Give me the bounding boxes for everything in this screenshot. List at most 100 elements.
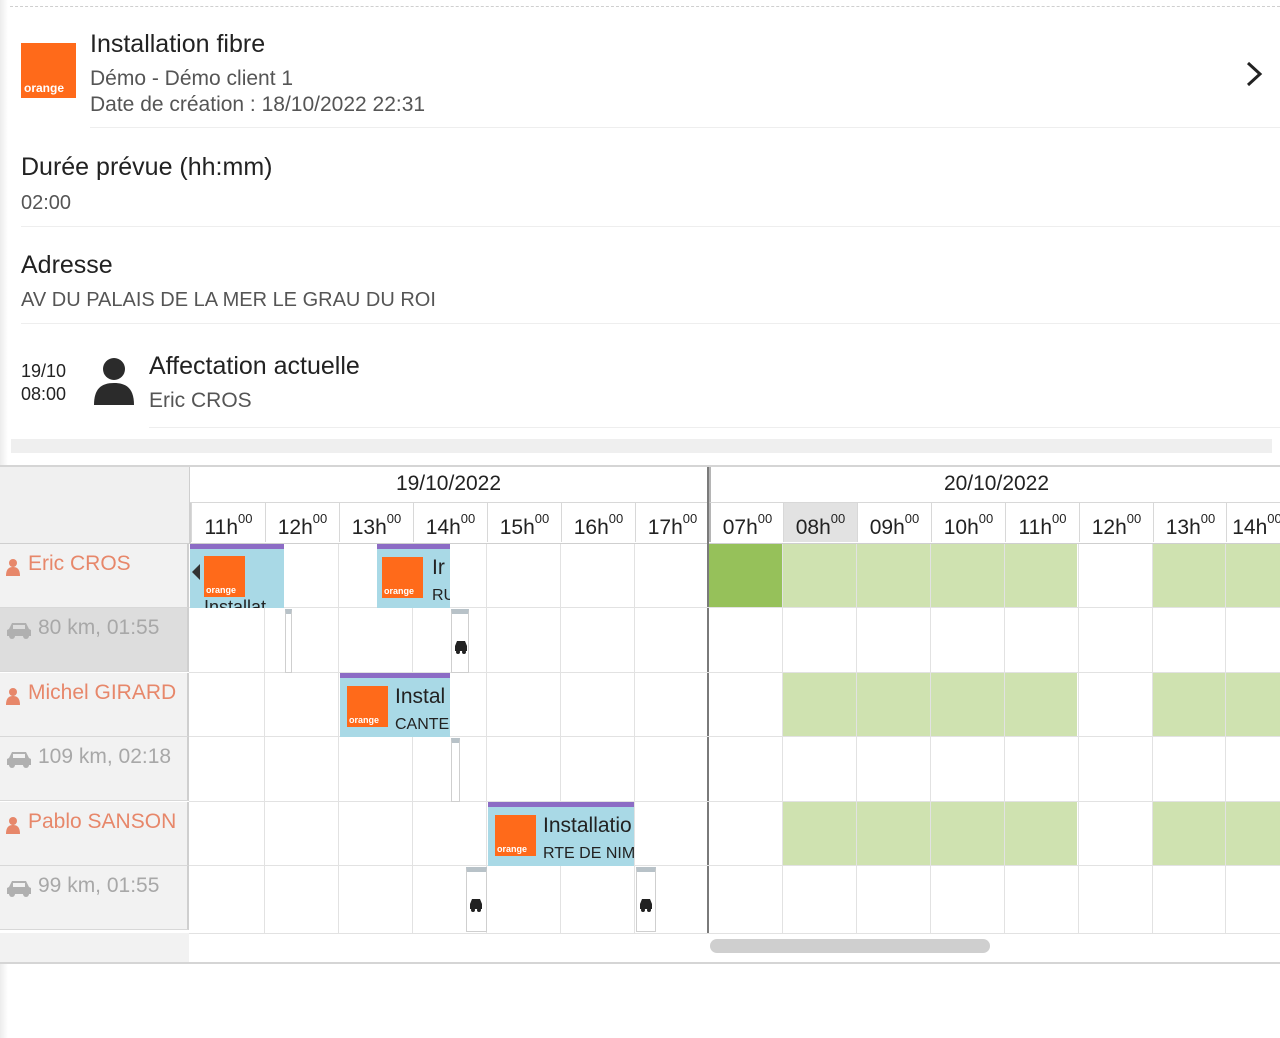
assignment-datetime: 19/10 08:00 xyxy=(21,360,66,406)
address-value: AV DU PALAIS DE LA MER LE GRAU DU ROI xyxy=(21,289,436,311)
divider xyxy=(21,226,1280,227)
grid-corner xyxy=(0,467,191,543)
hour-header: 11h00 xyxy=(1005,503,1079,542)
duration-label: Durée prévue (hh:mm) xyxy=(21,153,273,181)
task-name: Installat xyxy=(204,597,267,608)
section-separator xyxy=(11,439,1272,453)
divider xyxy=(90,127,1280,128)
orange-logo: orange xyxy=(495,815,536,856)
travel-marker[interactable] xyxy=(636,867,656,932)
hour-header: 07h00 xyxy=(709,503,784,542)
grid-line xyxy=(1152,544,1153,933)
grid-line xyxy=(189,801,1280,802)
person-icon xyxy=(6,817,20,834)
hour-header: 14h00 xyxy=(413,503,487,542)
grid-line xyxy=(338,544,339,933)
car-icon xyxy=(7,623,31,639)
resource-row-michel-girard[interactable]: Michel GIRARD xyxy=(0,673,189,737)
top-divider xyxy=(0,6,1280,7)
assignment-time: 08:00 xyxy=(21,384,67,404)
hour-header: 10h00 xyxy=(931,503,1005,542)
task-address: RU xyxy=(432,587,450,604)
travel-marker[interactable] xyxy=(451,609,469,673)
grid-line xyxy=(856,544,857,933)
hour-header: 12h00 xyxy=(265,503,339,542)
travel-summary: 99 km, 01:55 xyxy=(38,874,160,897)
hour-header: 15h00 xyxy=(487,503,561,542)
task-name: Instal xyxy=(395,685,446,708)
planning-grid[interactable]: 19/10/2022 20/10/2022 11h00 12h00 13h00 … xyxy=(0,465,1280,964)
orange-logo: orange xyxy=(382,557,423,598)
hour-header-current: 08h00 xyxy=(783,503,857,542)
task-card[interactable]: orange Instal CANTE xyxy=(340,673,450,737)
orange-logo: orange xyxy=(204,556,245,597)
car-icon xyxy=(455,641,467,654)
grid-line xyxy=(189,865,1280,866)
grid-line xyxy=(930,544,931,933)
grid-footer xyxy=(0,933,191,962)
date-header: 19/10/2022 xyxy=(190,467,707,503)
availability-block[interactable] xyxy=(1153,544,1280,607)
hour-header: 17h00 xyxy=(635,503,709,542)
hour-header: 13h00 xyxy=(1153,503,1227,542)
availability-block[interactable] xyxy=(1153,673,1280,736)
resource-travel-row: 99 km, 01:55 xyxy=(0,866,189,930)
travel-summary: 80 km, 01:55 xyxy=(38,616,160,639)
assignment-name: Eric CROS xyxy=(149,389,252,412)
car-icon xyxy=(7,881,31,897)
grid-line xyxy=(560,544,561,933)
hour-header: 14h00 xyxy=(1226,503,1280,542)
grid-line xyxy=(189,607,1280,608)
task-card[interactable]: orange Installatio RTE DE NIM xyxy=(488,802,634,866)
travel-marker[interactable] xyxy=(451,738,460,802)
resource-row-eric-cros[interactable]: Eric CROS xyxy=(0,544,189,608)
job-title: Installation fibre xyxy=(90,30,266,58)
travel-marker[interactable] xyxy=(466,867,487,932)
grid-line xyxy=(634,544,635,933)
travel-marker[interactable] xyxy=(285,609,292,673)
grid-line xyxy=(1004,544,1005,933)
travel-summary: 109 km, 02:18 xyxy=(38,745,172,768)
grid-line xyxy=(782,544,783,933)
arrow-left-icon xyxy=(192,564,200,580)
resource-name: Michel GIRARD xyxy=(28,681,177,704)
availability-block[interactable] xyxy=(1153,802,1280,865)
task-card[interactable]: orange Installat xyxy=(190,544,284,608)
job-client: Démo - Démo client 1 xyxy=(90,67,294,90)
grid-line xyxy=(1225,544,1226,933)
availability-current[interactable] xyxy=(709,544,782,607)
resource-travel-row: 109 km, 02:18 xyxy=(0,737,189,801)
task-address: CANTE xyxy=(395,716,450,733)
resource-name: Eric CROS xyxy=(28,552,131,575)
assignment-title: Affectation actuelle xyxy=(149,352,360,380)
task-name: Installatio xyxy=(543,814,632,837)
duration-value: 02:00 xyxy=(21,192,72,214)
horizontal-scrollbar-thumb[interactable] xyxy=(710,939,990,953)
orange-logo: orange xyxy=(21,43,76,98)
logo-text: orange xyxy=(24,81,65,95)
resource-row-pablo-sanson[interactable]: Pablo SANSON xyxy=(0,802,189,866)
hour-header: 11h00 xyxy=(191,503,265,542)
address-label: Adresse xyxy=(21,251,113,279)
car-icon xyxy=(470,899,482,912)
hour-header: 13h00 xyxy=(339,503,413,542)
person-icon xyxy=(6,688,20,705)
job-created-date: Date de création : 18/10/2022 22:31 xyxy=(90,93,426,116)
hour-header: 16h00 xyxy=(561,503,635,542)
task-name: Ir xyxy=(432,556,445,579)
person-icon xyxy=(94,358,134,405)
divider xyxy=(149,427,1280,428)
assignment-date: 19/10 xyxy=(21,361,67,381)
date-header: 20/10/2022 xyxy=(709,467,1280,503)
task-card[interactable]: orange Ir RU xyxy=(377,544,450,608)
grid-line xyxy=(1078,544,1079,933)
task-address: RTE DE NIM xyxy=(543,845,634,862)
day-separator xyxy=(707,467,709,933)
car-icon xyxy=(7,752,31,768)
car-icon xyxy=(640,899,652,912)
chevron-right-icon[interactable] xyxy=(1238,57,1272,91)
hour-header: 09h00 xyxy=(857,503,931,542)
resource-name: Pablo SANSON xyxy=(28,810,177,833)
resource-travel-row: 80 km, 01:55 xyxy=(0,608,189,672)
hour-header: 12h00 xyxy=(1079,503,1153,542)
